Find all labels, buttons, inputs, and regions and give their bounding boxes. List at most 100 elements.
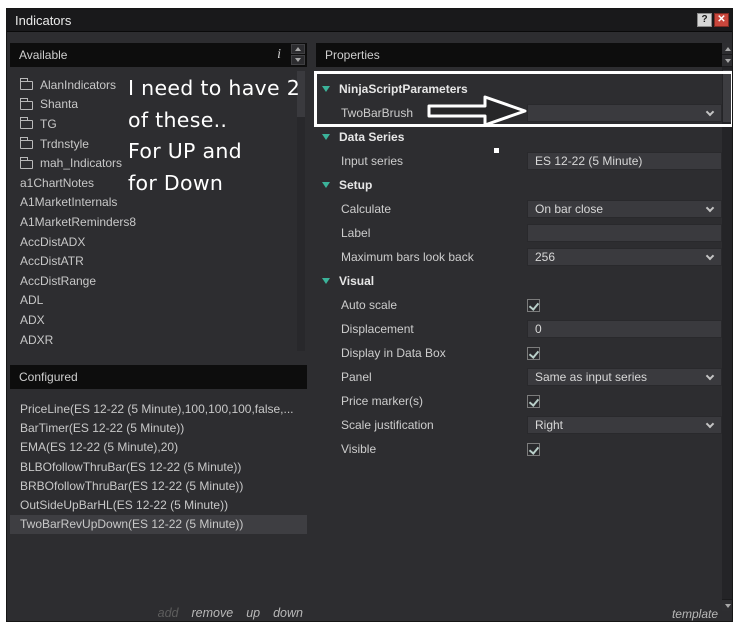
item-label: mah_Indicators (40, 156, 123, 171)
configured-item-6[interactable]: OutSideUpBarHL(ES 12-22 (5 Minute)) (10, 495, 307, 514)
down-arrow-icon (295, 58, 301, 62)
group-header-ninjascriptparameters[interactable]: NinjaScriptParameters (316, 77, 722, 101)
field-value: ES 12-22 (5 Minute) (535, 154, 643, 168)
property-label: Panel (341, 370, 372, 384)
folder-icon (20, 97, 33, 110)
scroll-up-button[interactable] (291, 44, 305, 54)
label-input[interactable] (527, 224, 722, 242)
available-item-adl[interactable]: ADL (10, 291, 307, 311)
title-bar[interactable]: Indicators ? ✕ (7, 9, 732, 32)
item-label: Shanta (40, 97, 79, 112)
group-label: NinjaScriptParameters (339, 82, 468, 96)
auto-scale-checkbox[interactable] (527, 298, 540, 312)
configured-item-2[interactable]: BarTimer(ES 12-22 (5 Minute)) (10, 418, 307, 437)
property-row-label: Label (316, 221, 722, 245)
info-icon[interactable]: i (277, 47, 281, 63)
configured-header-label: Configured (19, 370, 78, 384)
available-item-accdistatr[interactable]: AccDistATR (10, 251, 307, 271)
available-header: Available i (10, 43, 307, 67)
item-label: TwoBarRevUpDown(ES 12-22 (5 Minute)) (20, 517, 244, 532)
window-title: Indicators (15, 12, 72, 28)
scroll-down-button[interactable] (722, 55, 732, 67)
twobarbrush-dropdown[interactable] (527, 104, 722, 122)
expander-down-icon (322, 134, 330, 140)
group-label: Visual (339, 274, 375, 288)
folder-icon (20, 117, 33, 130)
property-label: Calculate (341, 202, 392, 216)
available-item-a1marketreminders8[interactable]: A1MarketReminders8 (10, 212, 307, 232)
scroll-down-button[interactable] (291, 55, 305, 65)
display-in-data-box-checkbox[interactable] (527, 346, 540, 360)
available-item-accdistadx[interactable]: AccDistADX (10, 232, 307, 252)
item-label: a1ChartNotes (20, 175, 95, 190)
configured-item-1[interactable]: PriceLine(ES 12-22 (5 Minute),100,100,10… (10, 399, 307, 418)
available-scroll-spinner (291, 44, 305, 65)
scale-justification-dropdown[interactable]: Right (527, 416, 722, 434)
input-series-input[interactable]: ES 12-22 (5 Minute) (527, 152, 722, 170)
configured-item-3[interactable]: EMA(ES 12-22 (5 Minute),20) (10, 438, 307, 457)
field-value: Right (535, 418, 564, 432)
note-line: For UP and (128, 139, 242, 163)
item-label: ADXR (20, 332, 54, 347)
group-label: Setup (339, 178, 373, 192)
configured-item-4[interactable]: BLBOfollowThruBar(ES 12-22 (5 Minute)) (10, 457, 307, 476)
note-line: for Down (128, 170, 224, 195)
item-label: AccDistADX (20, 234, 86, 249)
up-button[interactable]: up (246, 606, 260, 620)
property-row-calculate: Calculate On bar close (316, 197, 722, 221)
item-label: PriceLine(ES 12-22 (5 Minute),100,100,10… (20, 401, 294, 416)
property-label: Scale justification (341, 418, 434, 432)
maximum-bars-look-back-dropdown[interactable]: 256 (527, 248, 722, 266)
chevron-down-icon (705, 419, 715, 429)
property-row-auto-scale: Auto scale (316, 293, 722, 317)
properties-scrollbar[interactable] (722, 43, 732, 611)
displacement-input[interactable]: 0 (527, 320, 722, 338)
note-line: of these.. (128, 107, 228, 132)
expander-down-icon (322, 86, 330, 92)
note-line: I need to have 2 (128, 76, 301, 100)
annotation-dot (494, 148, 499, 153)
available-item-adxr[interactable]: ADXR (10, 330, 307, 350)
properties-header-label: Properties (325, 48, 380, 62)
property-row-twobarbrush: TwoBarBrush (316, 101, 722, 125)
group-label: Data Series (339, 130, 405, 144)
available-item-accdistrange[interactable]: AccDistRange (10, 271, 307, 291)
property-row-maximum-bars-look-back: Maximum bars look back 256 (316, 245, 722, 269)
item-label: AccDistATR (20, 254, 84, 269)
configured-item-7[interactable]: TwoBarRevUpDown(ES 12-22 (5 Minute)) (10, 514, 307, 535)
chevron-down-icon (705, 371, 715, 381)
question-mark-icon: ? (701, 14, 708, 25)
item-label: BRBOfollowThruBar(ES 12-22 (5 Minute)) (20, 478, 244, 493)
visible-checkbox[interactable] (527, 442, 540, 456)
property-label: Display in Data Box (341, 346, 446, 360)
up-arrow-icon (295, 47, 301, 51)
property-label: Label (341, 226, 371, 240)
calculate-dropdown[interactable]: On bar close (527, 200, 722, 218)
property-row-display-in-data-box: Display in Data Box (316, 341, 722, 365)
group-header-visual[interactable]: Visual (316, 269, 722, 293)
panel-dropdown[interactable]: Same as input series (527, 368, 722, 386)
scrollbar-thumb[interactable] (723, 70, 732, 122)
property-label: Price marker(s) (341, 394, 424, 408)
item-label: AccDistRange (20, 273, 97, 288)
available-header-label: Available (19, 48, 68, 62)
scroll-up-button[interactable] (722, 43, 732, 55)
add-button: add (157, 606, 179, 620)
group-header-data-series[interactable]: Data Series (316, 125, 722, 149)
remove-button[interactable]: remove (192, 606, 234, 620)
scroll-down-button-bottom[interactable] (722, 599, 732, 611)
item-label: BarTimer(ES 12-22 (5 Minute)) (20, 420, 185, 435)
chevron-down-icon (705, 107, 715, 117)
close-button[interactable]: ✕ (714, 13, 729, 27)
properties-header: Properties (316, 43, 722, 67)
indicators-dialog: Indicators ? ✕ Available i AlanIndicator… (6, 8, 733, 622)
configured-item-5[interactable]: BRBOfollowThruBar(ES 12-22 (5 Minute)) (10, 476, 307, 495)
template-link[interactable]: template (672, 607, 718, 621)
help-button[interactable]: ? (697, 13, 712, 27)
down-button[interactable]: down (273, 606, 303, 620)
group-header-setup[interactable]: Setup (316, 173, 722, 197)
field-value: 256 (535, 250, 556, 264)
available-item-adx[interactable]: ADX (10, 310, 307, 330)
price-marker-s-checkbox[interactable] (527, 394, 540, 408)
item-label: A1MarketInternals (20, 195, 118, 210)
